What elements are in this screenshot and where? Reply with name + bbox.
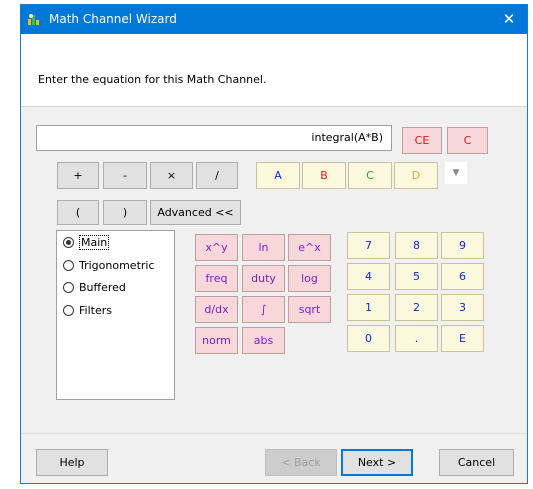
title-bar: Math Channel Wizard ✕ [21,5,527,34]
radio-trigonometric[interactable]: Trigonometric [63,257,155,275]
exp-button[interactable]: e^x [288,234,331,261]
radio-selected-icon [63,236,74,248]
radio-main[interactable]: Main [63,234,110,252]
key-decimal[interactable]: . [395,325,438,352]
integral-button[interactable]: ∫ [242,296,285,323]
plus-button[interactable]: + [57,162,99,189]
channel-c-button[interactable]: C [348,162,392,189]
window-title: Math Channel Wizard [49,12,177,26]
clear-entry-button[interactable]: CE [402,127,442,154]
channel-d-button[interactable]: D [394,162,438,189]
cancel-button[interactable]: Cancel [439,449,514,476]
sqrt-button[interactable]: sqrt [288,296,331,323]
help-button[interactable]: Help [36,449,108,476]
close-button[interactable]: ✕ [491,5,527,34]
close-paren-button[interactable]: ) [103,200,147,225]
radio-icon [63,304,74,316]
key-2[interactable]: 2 [395,294,438,321]
ln-button[interactable]: ln [242,234,285,261]
next-button[interactable]: Next > [341,449,413,476]
channel-b-button[interactable]: B [302,162,346,189]
abs-button[interactable]: abs [242,327,285,354]
footer-divider [21,433,527,434]
equation-input[interactable]: integral(A*B) [36,125,392,151]
advanced-toggle-button[interactable]: Advanced << [150,200,241,225]
key-5[interactable]: 5 [395,263,438,290]
channel-more-dropdown[interactable]: ▼ [445,162,467,184]
key-9[interactable]: 9 [441,232,484,259]
minus-button[interactable]: - [103,162,147,189]
key-3[interactable]: 3 [441,294,484,321]
radio-icon [63,259,74,271]
log-button[interactable]: log [288,265,331,292]
norm-button[interactable]: norm [195,327,238,354]
key-1[interactable]: 1 [347,294,390,321]
radio-main-label: Main [79,235,110,250]
app-icon [28,14,39,25]
divide-button[interactable]: / [196,162,238,189]
key-6[interactable]: 6 [441,263,484,290]
freq-button[interactable]: freq [195,265,238,292]
key-4[interactable]: 4 [347,263,390,290]
key-8[interactable]: 8 [395,232,438,259]
key-0[interactable]: 0 [347,325,390,352]
key-7[interactable]: 7 [347,232,390,259]
wizard-header: Enter the equation for this Math Channel… [21,34,527,107]
open-paren-button[interactable]: ( [57,200,99,225]
function-group-list: Main Trigonometric Buffered Filters [56,230,175,400]
radio-icon [63,281,74,293]
clear-button[interactable]: C [447,127,488,154]
derivative-button[interactable]: d/dx [195,296,238,323]
key-exponent[interactable]: E [441,325,484,352]
instruction-text: Enter the equation for this Math Channel… [38,73,267,86]
power-button[interactable]: x^y [195,234,238,261]
chevron-down-icon: ▼ [452,168,460,178]
close-icon: ✕ [502,10,516,28]
radio-filters[interactable]: Filters [63,302,112,320]
multiply-button[interactable]: × [150,162,193,189]
duty-button[interactable]: duty [242,265,285,292]
channel-a-button[interactable]: A [256,162,300,189]
radio-buffered[interactable]: Buffered [63,279,126,297]
radio-buffered-label: Buffered [79,281,126,294]
radio-trigonometric-label: Trigonometric [79,259,155,272]
radio-filters-label: Filters [79,304,112,317]
back-button[interactable]: < Back [265,449,337,476]
